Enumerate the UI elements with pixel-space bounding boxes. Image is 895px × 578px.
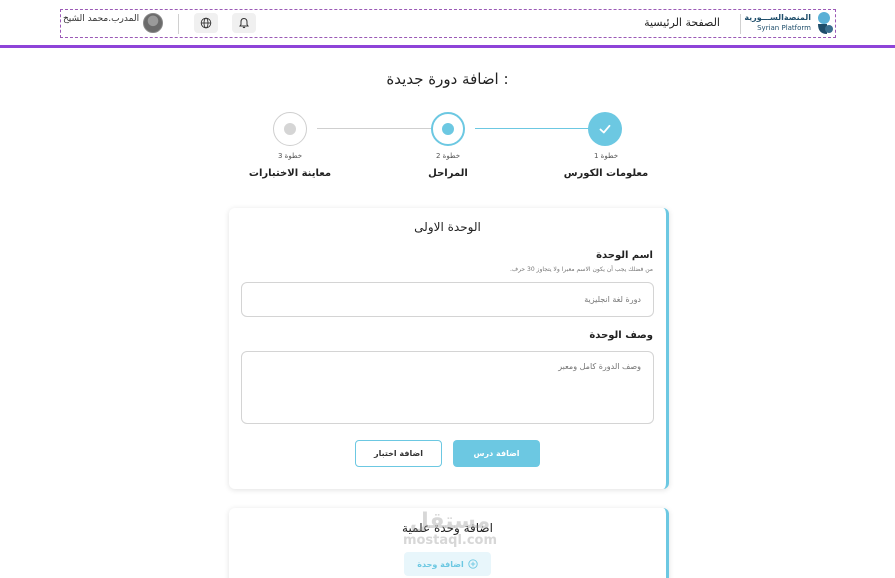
step-3-label: معاينة الاختبارات xyxy=(248,168,332,179)
unit-name-hint: من فضلك يجب أن يكون الاسم معبرا ولا يتجا… xyxy=(509,266,653,273)
stepper-connector-completed xyxy=(475,128,588,129)
logo-text-english: Syrian Platform xyxy=(757,24,811,32)
header-divider-user xyxy=(178,14,179,34)
step-3-indicator[interactable] xyxy=(273,112,307,146)
page-title: اضافة دورة جديدة : xyxy=(386,70,509,88)
step-2-label: المراحل xyxy=(428,168,468,179)
stepper-connector-pending xyxy=(317,128,431,129)
unit-name-input[interactable] xyxy=(241,282,654,317)
add-unit-button-label: اضافة وحدة xyxy=(417,559,464,569)
header-divider xyxy=(740,14,741,34)
user-avatar[interactable] xyxy=(143,13,163,33)
home-link[interactable]: الصفحة الرئيسية xyxy=(644,16,720,29)
progress-stepper: خطوة 3 معاينة الاختبارات خطوة 2 المراحل … xyxy=(240,112,660,187)
add-lesson-button[interactable]: اضافة درس xyxy=(453,440,540,467)
logo-mark-icon xyxy=(818,12,833,34)
unit-card-title: الوحدة الاولى xyxy=(414,220,481,234)
add-quiz-button[interactable]: اضافة اختبار xyxy=(355,440,442,467)
unit-name-label: اسم الوحدة xyxy=(596,250,653,261)
step-2-indicator[interactable] xyxy=(431,112,465,146)
plus-circle-icon xyxy=(468,559,478,569)
step-3-number: خطوة 3 xyxy=(277,152,303,160)
logo-text-arabic: المنصةالســـورية xyxy=(744,13,811,22)
step-1-indicator[interactable] xyxy=(588,112,622,146)
trainer-name[interactable]: المدرب.محمد الشيخ xyxy=(63,14,139,24)
checkmark-icon xyxy=(599,124,611,134)
step-pending-dot xyxy=(284,123,296,135)
site-logo[interactable]: المنصةالســـورية Syrian Platform xyxy=(744,10,835,38)
bell-icon xyxy=(239,17,249,29)
unit-card: الوحدة الاولى اسم الوحدة من فضلك يجب أن … xyxy=(229,208,669,489)
step-1-label: معلومات الكورس xyxy=(563,168,649,179)
top-header: المنصةالســـورية Syrian Platform الصفحة … xyxy=(0,0,895,48)
language-button[interactable] xyxy=(194,13,218,33)
step-1-number: خطوة 1 xyxy=(593,152,619,160)
step-active-dot xyxy=(442,123,454,135)
notifications-button[interactable] xyxy=(232,13,256,33)
step-2-number: خطوة 2 xyxy=(435,152,461,160)
header-container: المنصةالســـورية Syrian Platform الصفحة … xyxy=(60,9,836,38)
add-unit-button[interactable]: اضافة وحدة xyxy=(404,552,491,576)
unit-description-textarea[interactable] xyxy=(241,351,654,424)
add-unit-card: اضافة وحدة علمية اضافة وحدة xyxy=(229,508,669,578)
globe-icon xyxy=(200,17,212,29)
unit-description-label: وصف الوحدة xyxy=(589,330,653,341)
add-unit-card-title: اضافة وحدة علمية xyxy=(402,521,493,535)
